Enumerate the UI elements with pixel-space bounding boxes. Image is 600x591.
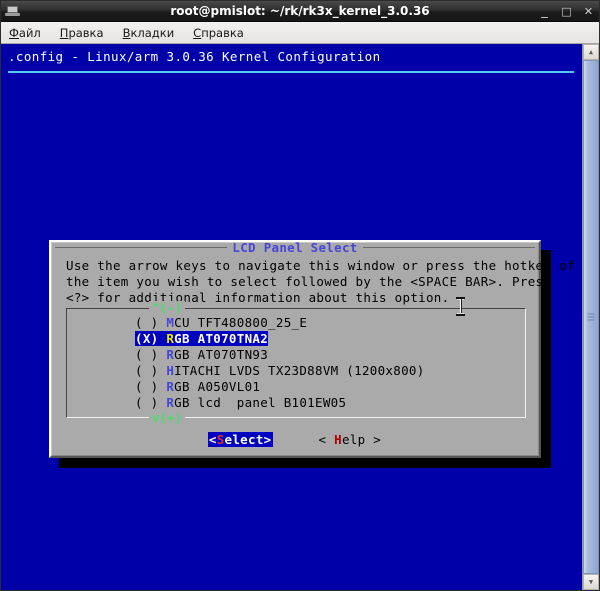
help-button-pre: < [318,432,335,447]
lcd-panel-select-dialog: LCD Panel Select Use the arrow keys to n… [49,239,574,458]
menubar: Файл Правка Вкладки Справка [1,22,599,44]
radio-mark: ( ) [135,362,159,378]
radio-mark: (X) [135,330,159,346]
scrollbar-down-arrow-icon[interactable]: ▼ [583,574,599,590]
kconfig-header-rule [8,71,574,73]
hotkey-char: R [166,346,175,362]
menu-item-edit-label: равка [68,25,104,40]
menu-item-tabs-label: кладки [130,25,175,40]
list-item-label: GB AT070TNA2 [174,330,269,346]
close-button[interactable]: ✕ [583,6,594,17]
list-item-label: CU TFT480800_25_E [174,314,308,330]
dialog-button-row: <Select> < Help > [51,432,539,447]
dialog-title: LCD Panel Select [232,239,358,255]
list-item-label: GB A050VL01 [174,378,261,394]
scrollbar-grip-icon [587,313,595,321]
minimize-button[interactable]: _ [539,5,550,18]
list-item[interactable]: ( ) H ITACHI LVDS TX23D88VM (1200x800) [67,362,525,378]
radio-mark: ( ) [135,314,159,330]
help-button[interactable]: < Help > [318,432,383,447]
menu-item-file-label: айл [18,25,41,40]
scrollbar-thumb[interactable] [583,60,599,574]
list-item-label: GB lcd panel B101EW05 [174,394,347,410]
kconfig-header: .config - Linux/arm 3.0.36 Kernel Config… [8,49,381,64]
panel-option-list[interactable]: ^(-) v(+) ( ) M CU TFT480800_25_E (X) R GB… [66,301,526,425]
menu-item-file-mnemonic: Ф [9,25,19,40]
menu-item-edit[interactable]: Правка [60,26,104,40]
list-item[interactable]: ( ) R GB lcd panel B101EW05 [67,394,525,410]
window-titlebar[interactable]: root@pmislot: ~/rk/rk3x_kernel_3.0.36 _ … [1,1,599,22]
window-title: root@pmislot: ~/rk/rk3x_kernel_3.0.36 [170,4,430,18]
list-item-label: GB AT070TN93 [174,346,269,362]
menu-item-help-label: правка [201,25,244,40]
dialog-help-text: Use the arrow keys to navigate this wind… [66,258,575,305]
scrollbar-up-arrow-icon[interactable]: ▲ [583,44,599,60]
scrollbar-track[interactable] [583,60,599,574]
list-item[interactable]: ( ) R GB AT070TN93 [67,346,525,362]
menu-item-tabs[interactable]: Вкладки [123,26,175,40]
radio-mark: ( ) [135,346,159,362]
select-button-hotkey: S [216,432,225,447]
radio-mark: ( ) [135,378,159,394]
help-button-hotkey: H [334,432,342,447]
maximize-button[interactable]: □ [561,6,572,17]
dialog-title-rule-right [362,246,535,248]
hotkey-char: R [166,394,175,410]
list-item[interactable]: ( ) M CU TFT480800_25_E [67,314,525,330]
dialog-title-row: LCD Panel Select [55,239,535,255]
terminal-body[interactable]: .config - Linux/arm 3.0.36 Kernel Config… [1,44,599,590]
panel-option-list-items: ( ) M CU TFT480800_25_E (X) R GB AT070TNA2… [67,314,525,410]
terminal-window: root@pmislot: ~/rk/rk3x_kernel_3.0.36 _ … [0,0,600,591]
hotkey-char: M [166,314,175,330]
terminal-canvas[interactable]: .config - Linux/arm 3.0.36 Kernel Config… [1,44,582,590]
scroll-up-marker-icon: ^(-) [149,301,186,315]
window-controls: _ □ ✕ [539,5,594,18]
hotkey-char: H [166,362,175,378]
list-item[interactable]: (X) R GB AT070TNA2 [67,330,525,346]
list-item-label: ITACHI LVDS TX23D88VM (1200x800) [174,362,425,378]
terminal-scrollbar[interactable]: ▲ ▼ [582,44,599,590]
menu-item-help[interactable]: Справка [193,26,244,40]
help-button-post: elp > [341,432,382,447]
hotkey-char: R [166,378,175,394]
select-button[interactable]: <Select> [207,432,273,447]
radio-mark: ( ) [135,394,159,410]
dialog-title-rule-left [55,246,228,248]
select-button-post: elect> [224,432,272,447]
scroll-down-marker-icon: v(+) [149,411,186,425]
select-button-pre: < [208,432,217,447]
menu-item-file[interactable]: Файл [9,26,41,40]
hotkey-char: R [166,330,175,346]
menu-item-help-mnemonic: С [193,25,202,40]
terminal-icon [5,3,21,19]
list-item[interactable]: ( ) R GB A050VL01 [67,378,525,394]
